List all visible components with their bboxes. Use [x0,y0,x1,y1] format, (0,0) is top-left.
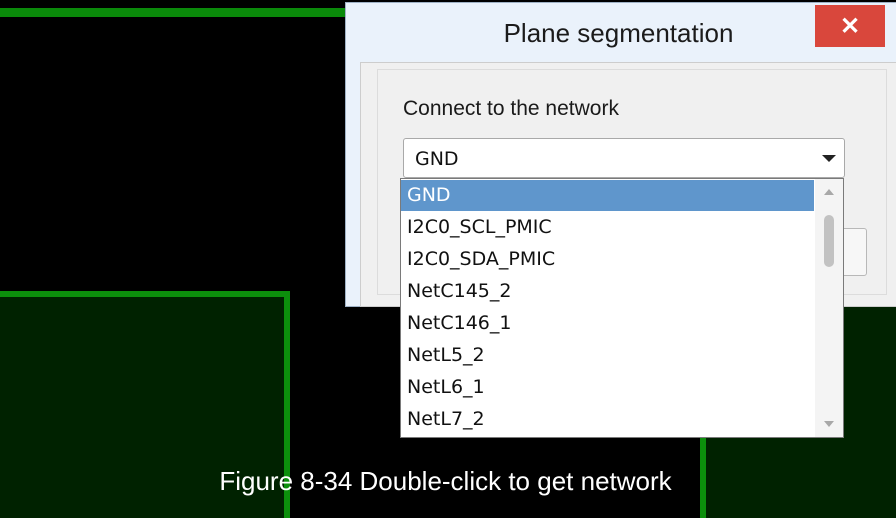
dialog-title: Plane segmentation [503,18,734,48]
network-field-label: Connect to the network [403,97,619,120]
scrollbar-thumb[interactable] [824,215,834,267]
dropdown-scrollbar[interactable] [815,179,843,437]
dropdown-item-i2c0-sda-pmic[interactable]: I2C0_SDA_PMIC [401,244,814,275]
dropdown-item-netc146-1[interactable]: NetC146_1 [401,308,814,339]
dropdown-item-netl7-2[interactable]: NetL7_2 [401,404,814,435]
screenshot-root: Plane segmentation ✕ Connect to the netw… [0,0,896,518]
network-dropdown-list: GND I2C0_SCL_PMIC I2C0_SDA_PMIC NetC145_… [400,178,844,438]
combobox-selected-value: GND [415,148,459,170]
chevron-down-icon[interactable] [822,155,836,162]
scroll-down-arrow-icon[interactable] [824,421,834,427]
dropdown-item-netl5-2[interactable]: NetL5_2 [401,340,814,371]
network-combobox[interactable]: GND [403,138,845,178]
dropdown-item-gnd[interactable]: GND [401,180,814,211]
dropdown-item-netc145-2[interactable]: NetC145_2 [401,276,814,307]
dropdown-item-netl6-1[interactable]: NetL6_1 [401,372,814,403]
scroll-up-arrow-icon[interactable] [824,189,834,195]
dropdown-item-i2c0-scl-pmic[interactable]: I2C0_SCL_PMIC [401,212,814,243]
close-icon: ✕ [839,12,861,40]
figure-caption: Figure 8-34 Double-click to get network [219,466,672,496]
close-button[interactable]: ✕ [815,5,885,47]
pcb-trace [0,8,360,17]
